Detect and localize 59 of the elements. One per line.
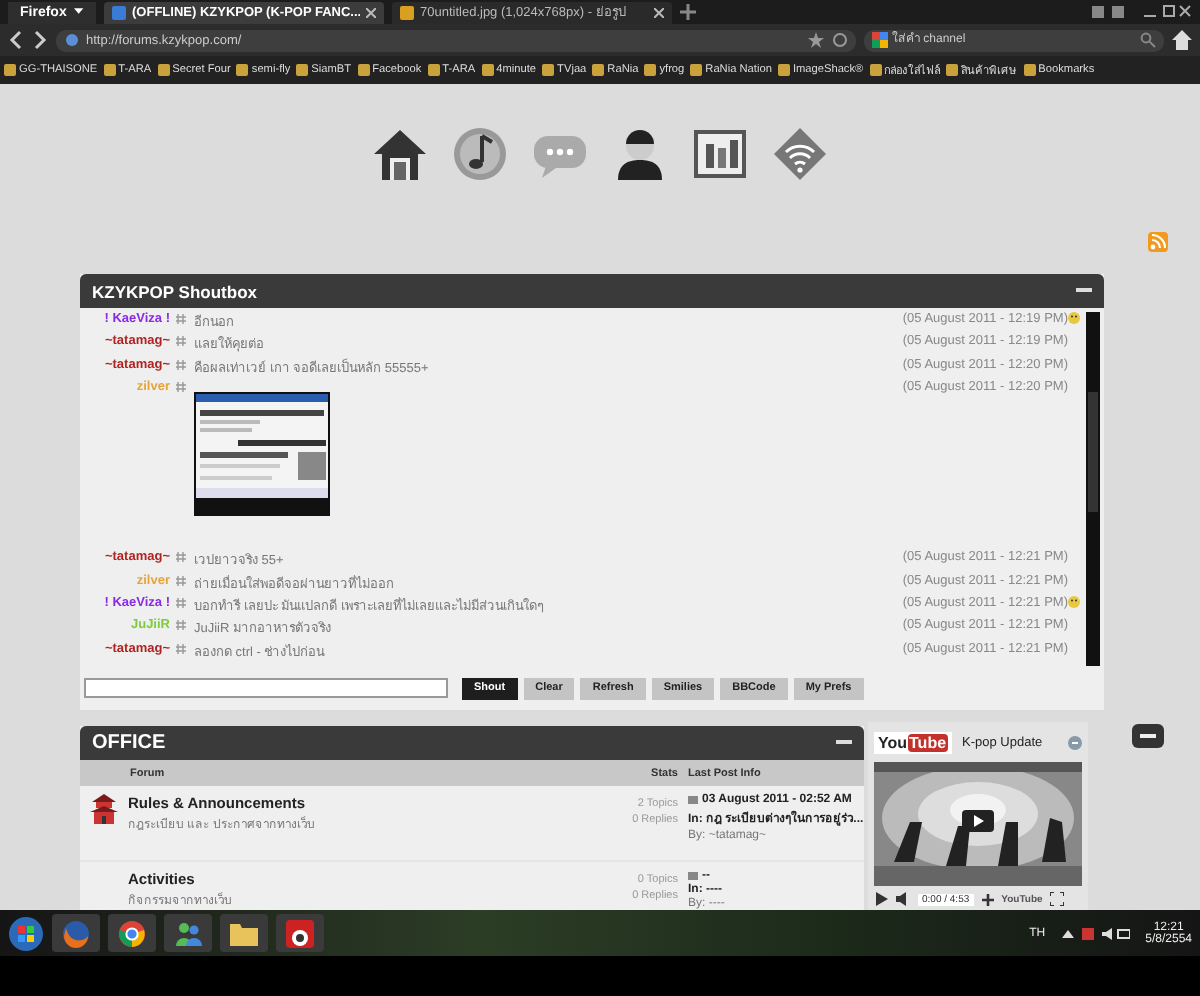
reload-icon[interactable] bbox=[832, 32, 848, 48]
home-icon[interactable] bbox=[370, 124, 430, 184]
bookmark-icon bbox=[592, 64, 605, 76]
bookmark-icon bbox=[236, 64, 249, 76]
minimize-icon[interactable] bbox=[1076, 288, 1092, 294]
scrollbar[interactable] bbox=[1086, 312, 1100, 666]
start-button[interactable] bbox=[8, 915, 44, 951]
window-controls-icon[interactable] bbox=[1092, 4, 1192, 20]
panel-title: OFFICE bbox=[92, 732, 166, 754]
home-icon[interactable] bbox=[1172, 30, 1192, 50]
minimize-icon bbox=[1140, 734, 1156, 738]
bookmark-icon bbox=[690, 64, 703, 76]
wifi-icon[interactable] bbox=[770, 124, 830, 184]
site-icon bbox=[64, 32, 80, 48]
chrome-icon bbox=[118, 919, 146, 947]
bookmark-icon bbox=[946, 64, 959, 76]
bookmark-icon bbox=[296, 64, 309, 76]
fullscreen-icon[interactable] bbox=[1050, 892, 1065, 906]
taskbar-button[interactable] bbox=[220, 914, 268, 952]
youtube-logo: YouTube bbox=[874, 731, 953, 753]
bookmark-icon bbox=[869, 64, 882, 76]
volume-icon[interactable] bbox=[896, 892, 910, 906]
taskbar-button[interactable] bbox=[276, 914, 324, 952]
panel-title: KZYKPOP Shoutbox bbox=[92, 281, 257, 301]
forward-icon[interactable] bbox=[32, 30, 48, 50]
favicon-icon bbox=[400, 5, 414, 19]
folder-icon bbox=[230, 921, 258, 945]
google-icon bbox=[872, 32, 888, 48]
tray-icons[interactable] bbox=[1061, 925, 1130, 941]
bookmark-icon bbox=[103, 64, 116, 76]
favicon-icon bbox=[112, 5, 126, 19]
minimize-icon[interactable] bbox=[836, 740, 852, 746]
bookmark-icon bbox=[4, 64, 16, 76]
bookmark-icon bbox=[542, 64, 555, 76]
fox-globe-icon bbox=[62, 919, 90, 947]
minimize-button[interactable] bbox=[1132, 724, 1164, 748]
play-icon[interactable] bbox=[876, 892, 888, 906]
plus-icon[interactable] bbox=[981, 893, 994, 905]
bookmark-icon bbox=[481, 64, 494, 76]
new-tab-icon[interactable] bbox=[680, 4, 696, 20]
star-icon[interactable] bbox=[808, 32, 824, 48]
play-button[interactable] bbox=[962, 810, 994, 832]
bookmark-icon bbox=[1023, 64, 1036, 76]
close-icon[interactable] bbox=[654, 7, 664, 17]
music-note-icon[interactable] bbox=[450, 124, 510, 184]
bookmark-icon bbox=[427, 64, 440, 76]
pagoda-icon bbox=[90, 794, 118, 826]
people-icon bbox=[174, 919, 202, 947]
bookmark-icon bbox=[157, 64, 170, 76]
bookmark-icon bbox=[644, 64, 657, 76]
shout-input[interactable] bbox=[84, 678, 448, 698]
taskbar-button[interactable] bbox=[108, 914, 156, 952]
bookmark-icon bbox=[777, 64, 790, 76]
search-icon[interactable] bbox=[1140, 32, 1156, 48]
bookmark-icon bbox=[357, 64, 370, 76]
close-icon[interactable] bbox=[366, 7, 376, 17]
app-icon bbox=[286, 919, 314, 947]
back-icon[interactable] bbox=[8, 30, 24, 50]
caret-icon bbox=[74, 8, 84, 16]
